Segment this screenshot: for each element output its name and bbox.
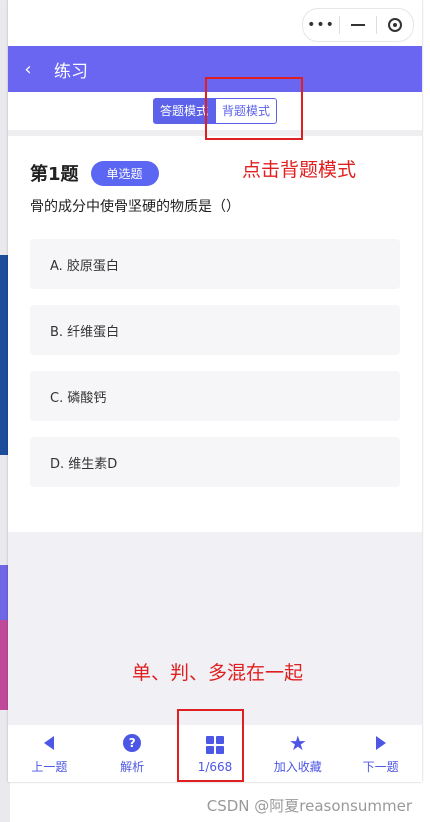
- next-label: 下一题: [362, 760, 399, 774]
- minimize-icon[interactable]: [340, 9, 376, 41]
- option-a[interactable]: A. 胶原蛋白: [30, 239, 400, 289]
- analysis-button[interactable]: ? 解析: [97, 732, 167, 775]
- question-text: 骨的成分中使骨坚硬的物质是（）: [30, 199, 240, 215]
- page-title: 练习: [54, 61, 88, 82]
- chevron-left-icon[interactable]: ‹: [8, 59, 48, 80]
- annotation-box-progress: [177, 709, 244, 782]
- close-target-icon[interactable]: [377, 9, 413, 41]
- prev-question-button[interactable]: 上一题: [14, 732, 84, 775]
- favorite-button[interactable]: ★ 加入收藏: [263, 732, 333, 775]
- star-icon: ★: [288, 731, 307, 755]
- question-header: 第1题 单选题: [30, 160, 159, 186]
- option-c[interactable]: C. 磷酸钙: [30, 371, 400, 421]
- triangle-left-icon: [44, 732, 55, 754]
- option-d[interactable]: D. 维生素D: [30, 437, 400, 487]
- question-number: 第1题: [30, 164, 79, 185]
- analysis-label: 解析: [120, 760, 145, 774]
- annotation-mixed-hint: 单、判、多混在一起: [132, 662, 304, 684]
- triangle-right-icon: [375, 732, 386, 754]
- prev-label: 上一题: [31, 760, 68, 774]
- annotation-box-recite-mode: [205, 77, 303, 140]
- question-mark-icon: ?: [123, 732, 142, 754]
- option-b[interactable]: B. 纤维蛋白: [30, 305, 400, 355]
- annotation-recite-hint: 点击背题模式: [242, 159, 357, 181]
- empty-content-area: [8, 532, 422, 725]
- capsule-menu: •••: [302, 8, 414, 42]
- favorite-label: 加入收藏: [273, 760, 322, 774]
- watermark: CSDN @阿夏reasonsummer: [206, 797, 412, 815]
- next-question-button[interactable]: 下一题: [346, 732, 416, 775]
- question-type-badge: 单选题: [90, 160, 159, 186]
- more-icon[interactable]: •••: [303, 9, 339, 41]
